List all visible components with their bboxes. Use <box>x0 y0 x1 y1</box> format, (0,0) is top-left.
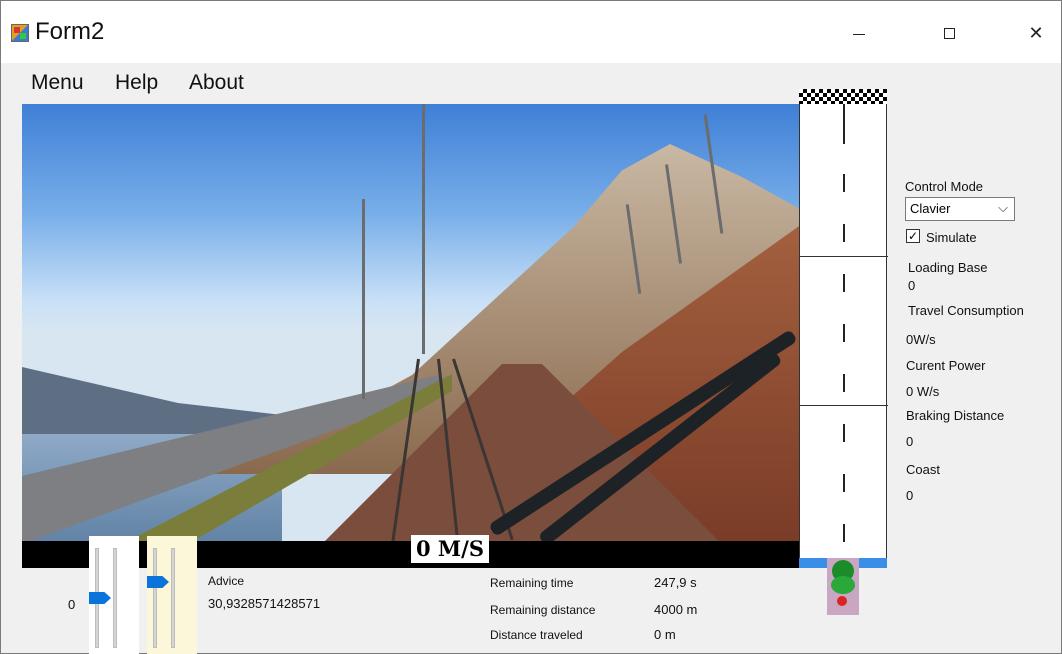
power-slider[interactable] <box>89 536 139 654</box>
track-divider <box>800 256 888 257</box>
distance-traveled-label: Distance traveled <box>490 628 583 642</box>
track-dash <box>843 424 845 442</box>
travel-consumption-value: 0W/s <box>906 332 936 347</box>
app-icon <box>11 24 29 42</box>
menu-item-menu[interactable]: Menu <box>31 71 84 95</box>
train-light-icon <box>831 576 855 594</box>
travel-consumption-label: Travel Consumption <box>908 303 1024 318</box>
maximize-icon <box>944 28 955 39</box>
chevron-down-icon: ⌵ <box>998 200 1008 215</box>
track-progress-strip <box>799 104 888 564</box>
slider-track <box>113 548 117 648</box>
slider-thumb[interactable] <box>147 576 169 588</box>
app-window: Form2 ✕ Menu Help About 0 M/S Control Mo… <box>0 0 1062 654</box>
track-dash <box>843 274 845 292</box>
window-title: Form2 <box>35 18 105 45</box>
scene-catenary-wire <box>422 104 425 354</box>
train-video-view <box>22 104 799 541</box>
track-dash <box>843 324 845 342</box>
distance-traveled-value: 0 m <box>654 627 676 642</box>
coast-value: 0 <box>906 488 914 503</box>
scene-mountain-left <box>22 367 282 439</box>
track-dash <box>843 224 845 242</box>
control-mode-value: Clavier <box>910 201 951 216</box>
slider-track <box>153 548 157 648</box>
simulate-checkbox[interactable]: ✓ <box>906 229 920 243</box>
title-bar[interactable]: Form2 ✕ <box>1 1 1061 63</box>
train-light-icon <box>837 596 847 606</box>
loading-base-label: Loading Base <box>908 260 988 275</box>
menu-bar: Menu Help About <box>1 63 801 103</box>
menu-item-about[interactable]: About <box>189 71 244 95</box>
maximize-button[interactable] <box>927 15 973 51</box>
simulate-label: Simulate <box>926 230 977 245</box>
current-power-value: 0 W/s <box>906 384 940 399</box>
track-dash <box>843 524 845 542</box>
speed-readout: 0 M/S <box>411 535 489 563</box>
remaining-time-label: Remaining time <box>490 576 574 590</box>
advice-label: Advice <box>208 574 245 588</box>
minimize-button[interactable] <box>837 15 883 51</box>
menu-item-help[interactable]: Help <box>115 71 158 95</box>
control-mode-select[interactable]: Clavier ⌵ <box>905 197 1015 221</box>
slider-value: 0 <box>68 597 76 612</box>
minimize-icon <box>853 34 865 35</box>
advice-value: 30,9328571428571 <box>208 596 321 611</box>
braking-distance-label: Braking Distance <box>906 408 1005 423</box>
track-center-line <box>843 104 845 144</box>
slider-thumb[interactable] <box>89 592 111 604</box>
remaining-distance-value: 4000 m <box>654 602 698 617</box>
track-divider <box>800 405 888 406</box>
loading-base-value: 0 <box>908 278 916 293</box>
track-dash <box>843 174 845 192</box>
braking-distance-value: 0 <box>906 434 914 449</box>
remaining-time-value: 247,9 s <box>654 575 697 590</box>
close-button[interactable]: ✕ <box>1013 15 1059 51</box>
remaining-distance-label: Remaining distance <box>490 603 596 617</box>
control-mode-label: Control Mode <box>905 179 984 194</box>
finish-flag <box>799 89 887 105</box>
track-dash <box>843 374 845 392</box>
current-power-label: Curent Power <box>906 358 986 373</box>
train-position-icon <box>827 558 859 615</box>
brake-slider[interactable] <box>147 536 197 654</box>
scene-catenary-pole <box>362 199 365 399</box>
slider-track <box>171 548 175 648</box>
coast-label: Coast <box>906 462 940 477</box>
track-dash <box>843 474 845 492</box>
